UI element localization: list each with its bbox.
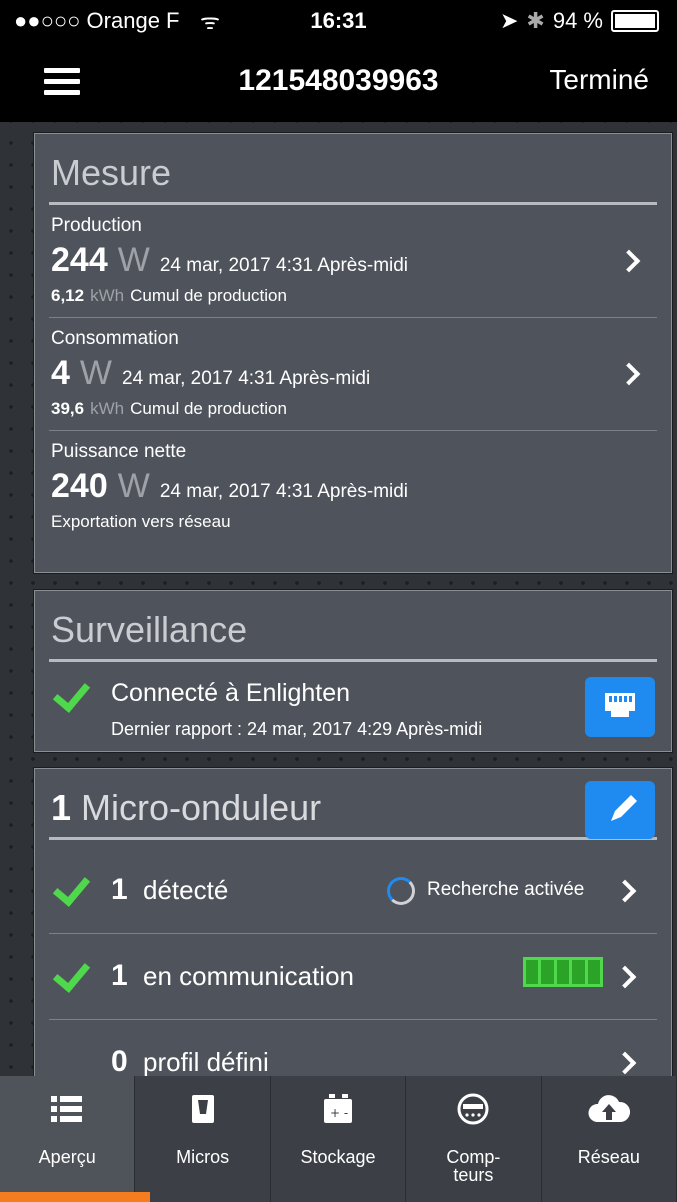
enlighten-status: Connecté à Enlighten bbox=[111, 679, 351, 707]
tab-compteurs[interactable]: Comp- teurs bbox=[406, 1076, 542, 1202]
communication-count: 1 bbox=[111, 959, 128, 992]
tab-micros[interactable]: Micros bbox=[135, 1076, 271, 1202]
check-icon bbox=[52, 674, 91, 713]
tab-stockage[interactable]: + - Stockage bbox=[271, 1076, 407, 1202]
check-icon bbox=[52, 954, 91, 993]
production-date: 24 mar, 2017 4:31 Après-midi bbox=[159, 255, 409, 276]
tab-bar: Aperçu Micros + - Stockage Comp- teurs R… bbox=[0, 1076, 677, 1202]
edit-button[interactable] bbox=[585, 781, 655, 839]
communication-row[interactable]: 1 en communication bbox=[35, 935, 671, 1019]
consommation-cumul-unit: kWh bbox=[90, 399, 125, 418]
surveillance-title: Surveillance bbox=[51, 609, 248, 650]
tab-reseau[interactable]: Réseau bbox=[542, 1076, 677, 1202]
divider bbox=[49, 837, 657, 840]
tab-label: Comp- teurs bbox=[446, 1147, 501, 1185]
battery-icon bbox=[611, 10, 659, 32]
done-button[interactable]: Terminé bbox=[549, 64, 649, 96]
check-icon bbox=[52, 868, 91, 907]
profile-label: profil défini bbox=[143, 1047, 269, 1077]
surveillance-card: Surveillance Connecté à Enlighten Dernie… bbox=[34, 590, 672, 752]
production-row[interactable]: Production 244 W 24 mar, 2017 4:31 Après… bbox=[35, 205, 671, 317]
puissance-nette-label: Puissance nette bbox=[51, 441, 187, 462]
last-report: Dernier rapport : 24 mar, 2017 4:29 Aprè… bbox=[111, 719, 483, 739]
tab-label: Aperçu bbox=[38, 1147, 96, 1167]
chevron-right-icon[interactable] bbox=[613, 1051, 637, 1075]
chevron-right-icon[interactable] bbox=[613, 879, 637, 903]
divider bbox=[49, 1019, 657, 1020]
production-cumul-value: 6,12 bbox=[51, 286, 85, 305]
ethernet-button[interactable] bbox=[585, 677, 655, 737]
meter-icon bbox=[457, 1093, 489, 1125]
cloud-upload-icon bbox=[588, 1095, 630, 1122]
production-unit: W bbox=[117, 241, 150, 279]
micro-title: 1 Micro-onduleur bbox=[35, 769, 671, 837]
consommation-cumul-label: Cumul de production bbox=[130, 399, 287, 418]
pencil-icon bbox=[611, 795, 637, 821]
ethernet-icon bbox=[605, 693, 635, 717]
tab-label: Micros bbox=[176, 1147, 230, 1167]
status-bar: ●●○○○ Orange F ᯤ 16:31 ➤ ✱ 94 % bbox=[0, 0, 677, 40]
location-icon: ➤ bbox=[499, 8, 519, 33]
nav-bar: 121548039963 Terminé bbox=[0, 40, 677, 122]
puissance-nette-row: Puissance nette 240 W 24 mar, 2017 4:31 … bbox=[35, 431, 671, 543]
detected-count: 1 bbox=[111, 873, 128, 906]
consommation-cumul-value: 39,6 bbox=[51, 399, 85, 418]
bluetooth-icon: ✱ bbox=[526, 8, 545, 33]
profile-count: 0 bbox=[111, 1045, 128, 1078]
consommation-label: Consommation bbox=[51, 328, 179, 349]
micro-count: 1 bbox=[51, 787, 72, 828]
consommation-value: 4 bbox=[51, 354, 70, 392]
consommation-date: 24 mar, 2017 4:31 Après-midi bbox=[122, 368, 371, 389]
list-icon bbox=[51, 1096, 83, 1122]
battery-percent: 94 % bbox=[552, 8, 603, 33]
mesure-card: Mesure Production 244 W 24 mar, 2017 4:3… bbox=[34, 133, 672, 573]
tab-label: Réseau bbox=[577, 1147, 640, 1167]
divider bbox=[49, 659, 657, 662]
svg-text:+ -: + - bbox=[330, 1106, 348, 1120]
tab-apercu[interactable]: Aperçu bbox=[0, 1076, 136, 1202]
puissance-nette-date: 24 mar, 2017 4:31 Après-midi bbox=[159, 481, 409, 502]
spinner-icon bbox=[387, 877, 415, 905]
divider bbox=[49, 933, 657, 934]
detected-label: détecté bbox=[143, 875, 229, 905]
micro-card: 1 Micro-onduleur 1 détecté Recherche act… bbox=[34, 768, 672, 1110]
production-cumul-label: Cumul de production bbox=[130, 286, 287, 305]
production-cumul-unit: kWh bbox=[90, 286, 125, 305]
detected-row[interactable]: 1 détecté Recherche activée bbox=[35, 849, 671, 933]
production-value: 244 bbox=[51, 241, 108, 279]
battery-storage-icon: + - bbox=[324, 1094, 353, 1123]
microinverter-icon bbox=[191, 1095, 214, 1123]
puissance-nette-value: 240 bbox=[51, 467, 108, 505]
production-label: Production bbox=[51, 215, 142, 236]
consommation-row[interactable]: Consommation 4 W 24 mar, 2017 4:31 Après… bbox=[35, 318, 671, 430]
puissance-nette-note: Exportation vers réseau bbox=[51, 512, 231, 531]
micro-title-text: Micro-onduleur bbox=[81, 787, 322, 828]
chevron-right-icon[interactable] bbox=[613, 965, 637, 989]
active-tab-indicator bbox=[0, 1192, 150, 1202]
search-status: Recherche activée bbox=[427, 879, 585, 900]
puissance-nette-unit: W bbox=[117, 467, 150, 505]
signal-bars-icon bbox=[523, 957, 603, 987]
mesure-title: Mesure bbox=[51, 152, 172, 193]
communication-label: en communication bbox=[143, 961, 354, 991]
consommation-unit: W bbox=[79, 354, 113, 392]
tab-label: Stockage bbox=[300, 1147, 376, 1167]
